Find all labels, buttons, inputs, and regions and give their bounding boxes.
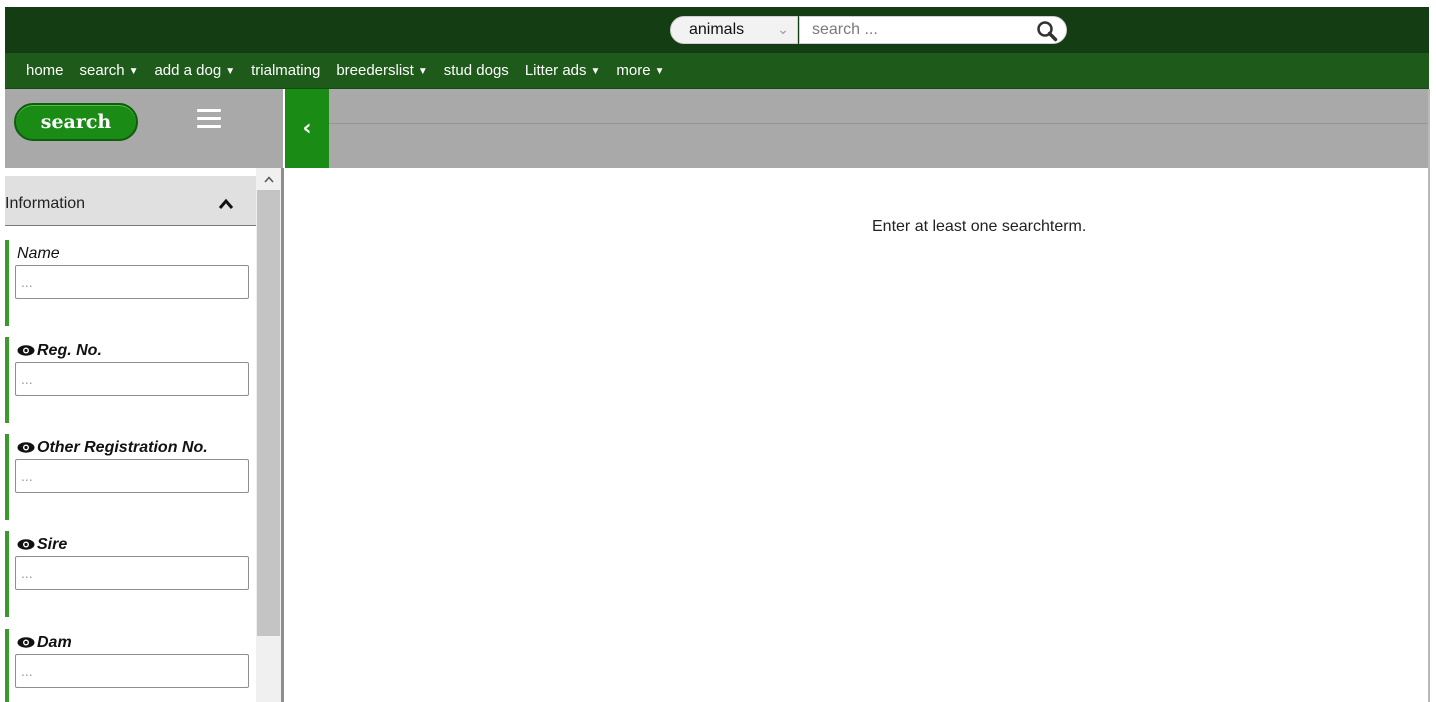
nav-more-label: more [616, 62, 651, 79]
search-input[interactable] [812, 20, 1022, 40]
nav-add-a-dog-label: add a dog [154, 62, 222, 79]
nav-trialmating-label: trialmating [251, 62, 321, 79]
field-accent-bar [5, 240, 9, 326]
nav-search-label: search [79, 62, 125, 79]
search-scope-selector[interactable]: animals ⌄ [670, 16, 798, 44]
field-label: Name [17, 245, 60, 263]
field-label: Dam [17, 634, 72, 652]
field-dam: Dam [5, 629, 256, 702]
chevron-left-icon: ‹ [302, 116, 312, 141]
chevron-down-icon: ⌄ [777, 21, 789, 37]
field-accent-bar [5, 434, 9, 520]
field-sire: Sire [5, 531, 256, 617]
name-input[interactable] [15, 265, 249, 299]
search-icon[interactable] [1036, 20, 1058, 42]
nav-more[interactable]: more ▼ [616, 62, 664, 79]
eye-icon[interactable] [17, 442, 35, 453]
nav-stud-dogs-label: stud dogs [443, 62, 509, 79]
main-header [329, 89, 1429, 168]
field-label-text: Sire [37, 536, 68, 553]
field-label-text: Name [17, 245, 60, 262]
nav-litter-ads[interactable]: Litter ads ▼ [525, 62, 601, 79]
information-section-header[interactable]: Information [5, 176, 256, 226]
field-label-text: Dam [37, 634, 72, 651]
panel-divider [281, 168, 284, 702]
nav-breederslist-label: breederslist [336, 62, 414, 79]
sidebar-header: search [5, 89, 283, 168]
nav-litter-ads-label: Litter ads [524, 62, 587, 79]
caret-down-icon: ▼ [128, 66, 139, 77]
collapse-sidebar-button[interactable]: ‹ [285, 89, 329, 168]
main-nav: home search ▼ add a dog ▼ trialmating bree… [5, 53, 1429, 89]
chevron-up-icon [218, 198, 234, 209]
search-button[interactable]: search [14, 103, 138, 141]
field-other-registration-no: Other Registration No. [5, 434, 256, 520]
field-label: Sire [17, 536, 67, 554]
dam-input[interactable] [15, 654, 249, 688]
section-title: Information [5, 195, 86, 212]
search-scope-label: animals [689, 21, 745, 38]
right-border [1428, 89, 1430, 702]
scroll-up-button[interactable] [256, 168, 281, 190]
caret-down-icon: ▼ [417, 66, 428, 77]
nav-breederslist[interactable]: breederslist ▼ [336, 62, 427, 79]
nav-home-label: home [26, 62, 64, 79]
field-label-text: Reg. No. [37, 342, 102, 359]
field-reg-no: Reg. No. [5, 337, 256, 423]
chevron-up-icon [263, 175, 274, 182]
reg-no-input[interactable] [15, 362, 249, 396]
field-label: Other Registration No. [17, 439, 208, 457]
field-label: Reg. No. [17, 342, 102, 360]
field-accent-bar [5, 531, 9, 617]
nav-add-a-dog[interactable]: add a dog ▼ [154, 62, 235, 79]
nav-stud-dogs[interactable]: stud dogs [444, 62, 509, 79]
field-accent-bar [5, 629, 9, 702]
empty-search-message: Enter at least one searchterm. [872, 218, 1087, 235]
sidebar-search-form: Information Name Reg. No. Other Registra… [5, 168, 256, 702]
caret-down-icon: ▼ [590, 66, 601, 77]
sidebar-scrollbar[interactable] [256, 168, 281, 702]
search-box [799, 16, 1067, 44]
scroll-thumb[interactable] [257, 190, 280, 636]
caret-down-icon: ▼ [654, 66, 665, 77]
nav-home[interactable]: home [26, 62, 64, 79]
top-bar: animals ⌄ [5, 7, 1429, 53]
nav-trialmating[interactable]: trialmating [251, 62, 320, 79]
field-label-text: Other Registration No. [37, 439, 208, 456]
hamburger-icon[interactable] [197, 109, 221, 129]
eye-icon[interactable] [17, 539, 35, 550]
header-divider [329, 123, 1429, 124]
eye-icon[interactable] [17, 345, 35, 356]
caret-down-icon: ▼ [225, 66, 236, 77]
eye-icon[interactable] [17, 637, 35, 648]
field-name: Name [5, 240, 256, 326]
other-registration-no-input[interactable] [15, 459, 249, 493]
field-accent-bar [5, 337, 9, 423]
sire-input[interactable] [15, 556, 249, 590]
nav-search[interactable]: search ▼ [80, 62, 139, 79]
